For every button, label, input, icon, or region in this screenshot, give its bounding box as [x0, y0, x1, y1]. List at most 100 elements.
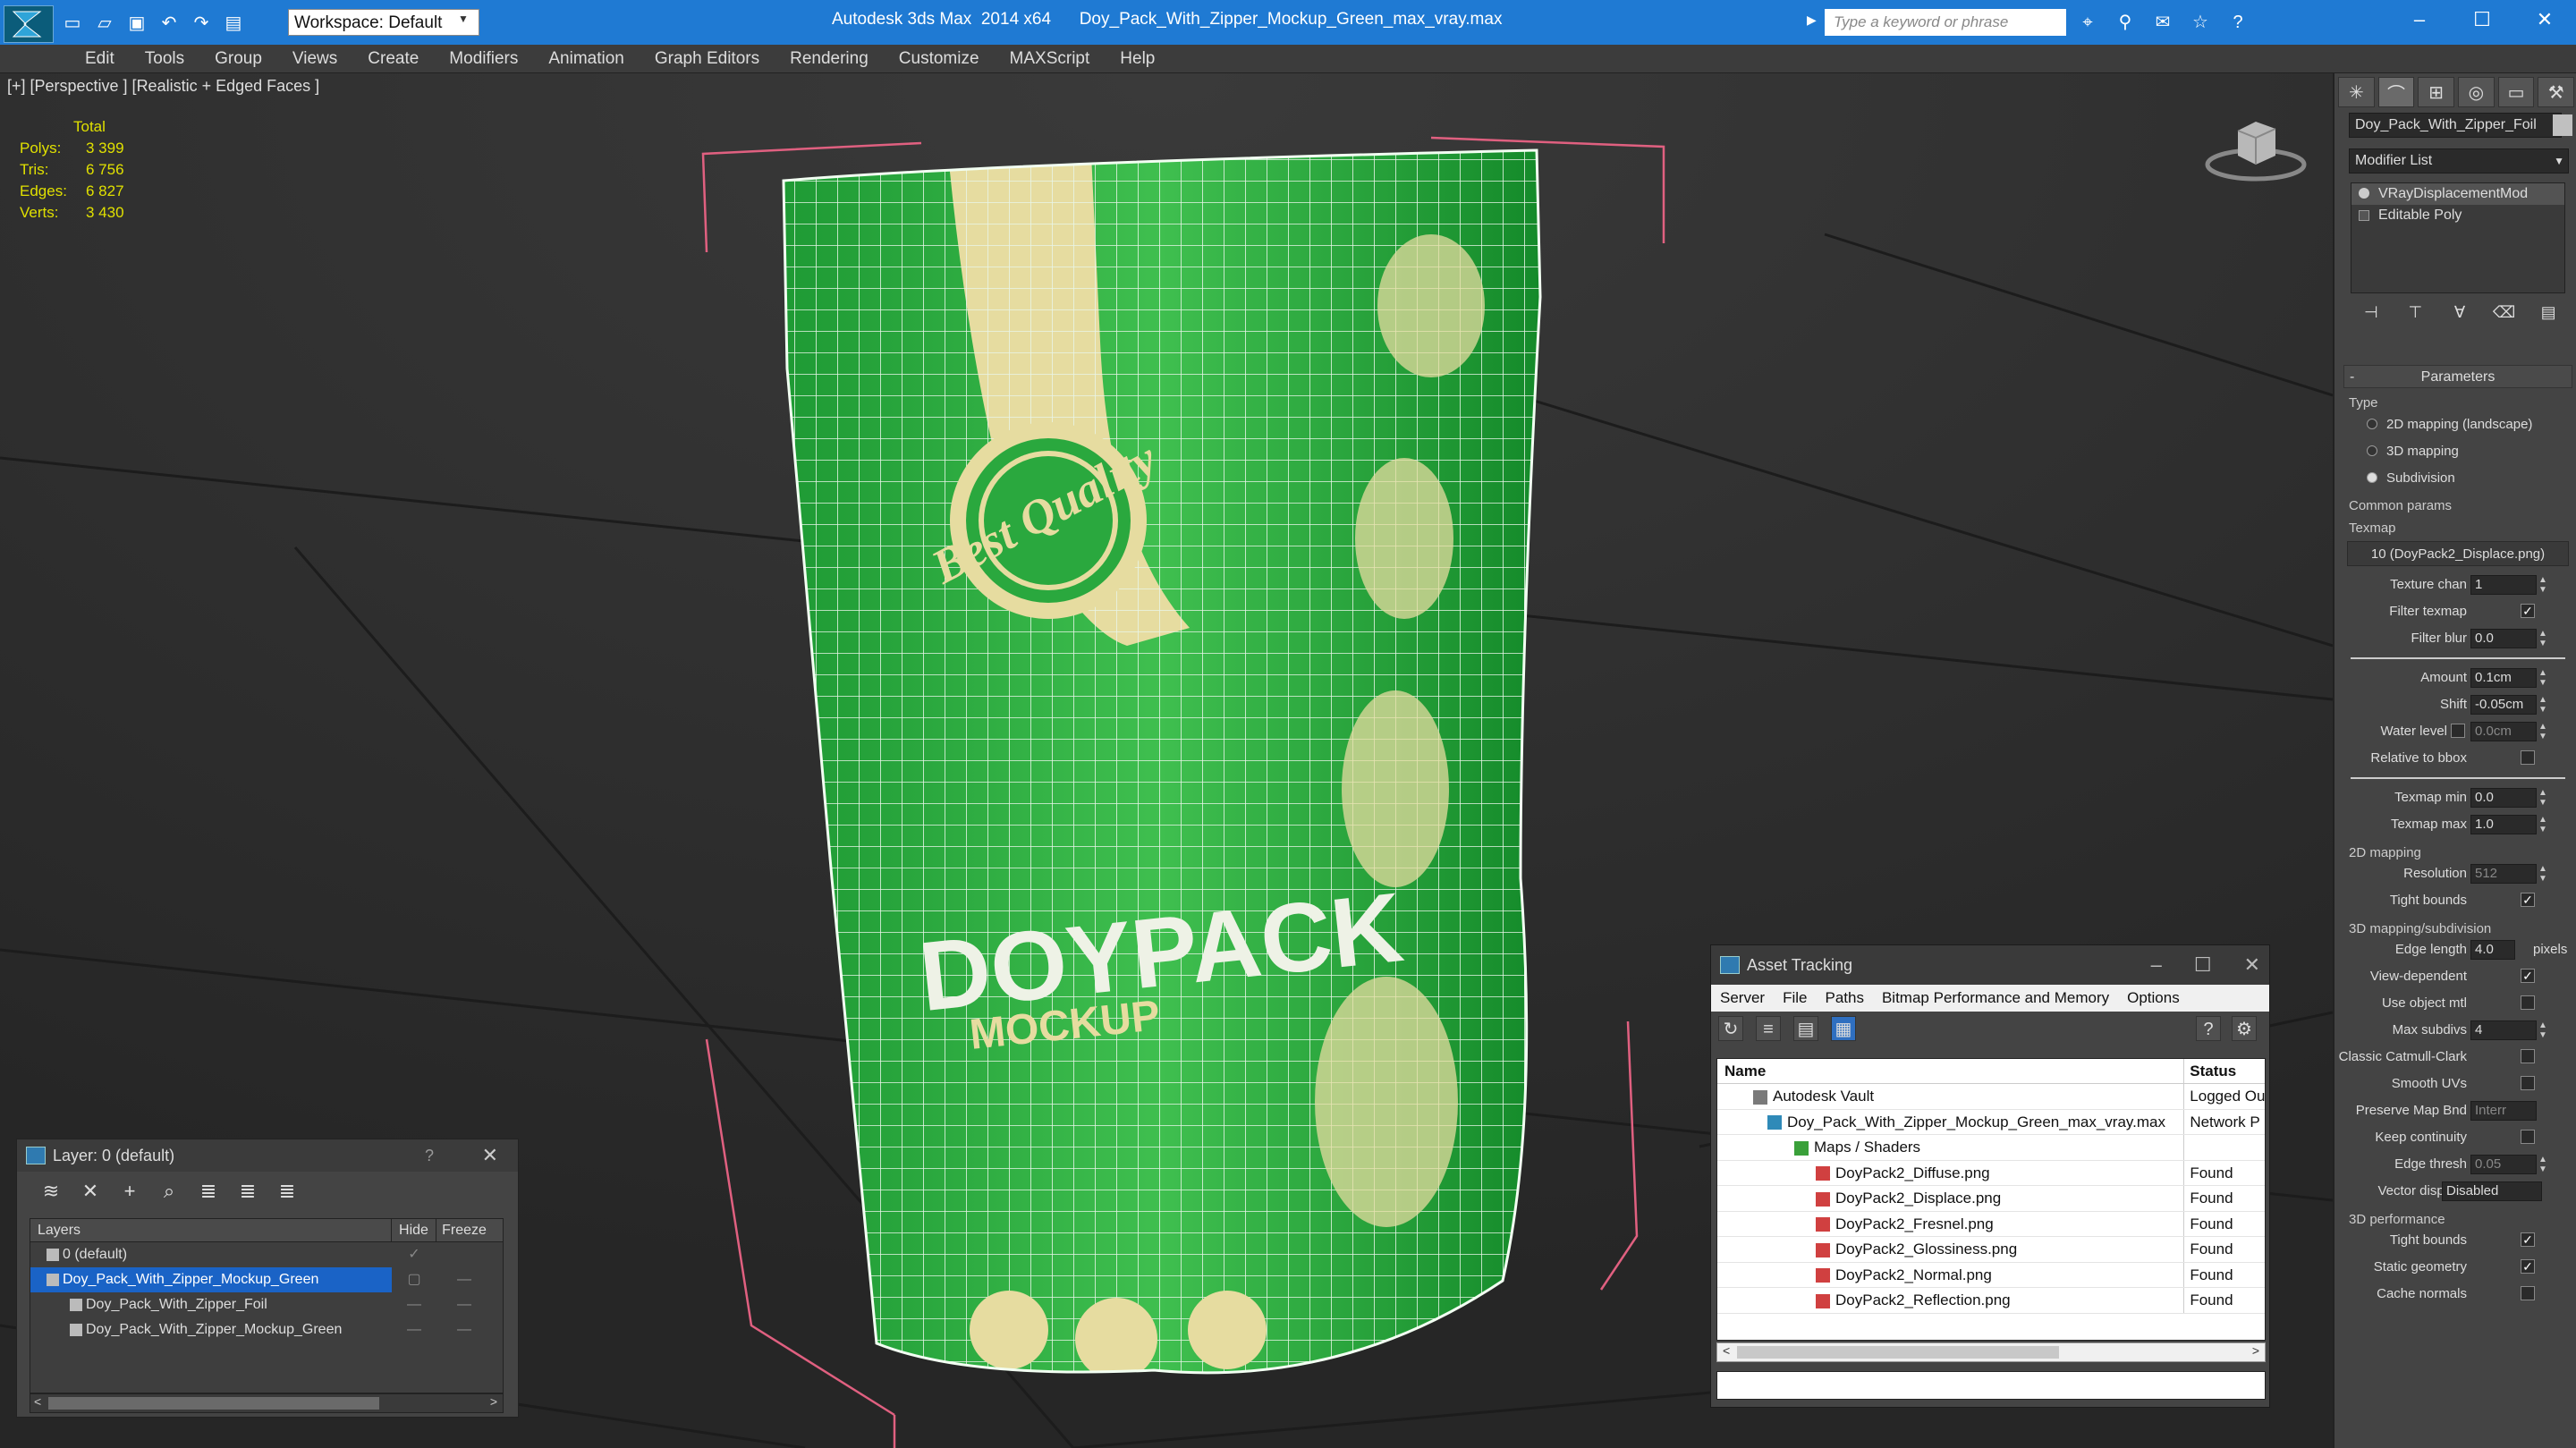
detail-view-icon[interactable]: ▤: [1793, 1016, 1818, 1041]
water-level-checkbox[interactable]: [2451, 724, 2465, 738]
save-file-icon[interactable]: ▣: [123, 10, 150, 35]
menu-customize[interactable]: Customize: [884, 45, 995, 73]
hierarchy-tab-icon[interactable]: ⊞: [2418, 77, 2455, 107]
vector-displ-dropdown[interactable]: Disabled: [2442, 1181, 2542, 1201]
filter-blur-field[interactable]: 0.0: [2470, 629, 2537, 648]
spinner-icon[interactable]: ▲ ▼: [2538, 668, 2547, 688]
menu-bitmap-performance[interactable]: Bitmap Performance and Memory: [1873, 985, 2118, 1012]
menu-group[interactable]: Group: [199, 45, 277, 73]
open-file-icon[interactable]: ▱: [91, 10, 118, 35]
viewcube-icon[interactable]: [2202, 113, 2309, 184]
scroll-right-icon[interactable]: >: [490, 1394, 497, 1409]
static-geometry-checkbox[interactable]: ✓: [2521, 1259, 2535, 1274]
texmap-button[interactable]: 10 (DoyPack2_Displace.png): [2347, 541, 2569, 566]
maximize-icon[interactable]: ☐: [2451, 0, 2513, 39]
motion-tab-icon[interactable]: ◎: [2458, 77, 2495, 107]
layer-horizontal-scrollbar[interactable]: < >: [30, 1393, 504, 1413]
spinner-icon[interactable]: ▲ ▼: [2538, 629, 2547, 648]
doypack-bag-model[interactable]: [769, 136, 1556, 1388]
scroll-left-icon[interactable]: <: [1723, 1343, 1730, 1358]
redo-icon[interactable]: ↷: [188, 10, 215, 35]
smooth-uvs-checkbox[interactable]: [2521, 1076, 2535, 1090]
make-unique-icon[interactable]: ∀: [2446, 301, 2473, 324]
menu-rendering[interactable]: Rendering: [775, 45, 884, 73]
favorites-star-icon[interactable]: ☆: [2186, 9, 2215, 36]
asset-row[interactable]: Doy_Pack_With_Zipper_Mockup_Green_max_vr…: [1717, 1109, 2265, 1135]
spinner-icon[interactable]: ▲ ▼: [2538, 575, 2547, 595]
help-icon[interactable]: ?: [2196, 1016, 2221, 1041]
name-column-header[interactable]: Name: [1717, 1059, 2185, 1083]
freeze-toggle[interactable]: —: [436, 1292, 492, 1317]
display-tab-icon[interactable]: ▭: [2497, 77, 2535, 107]
spinner-icon[interactable]: ▲ ▼: [2538, 1155, 2547, 1174]
perf-tight-bounds-checkbox[interactable]: ✓: [2521, 1232, 2535, 1247]
menu-options[interactable]: Options: [2118, 985, 2189, 1012]
spinner-icon[interactable]: ▲ ▼: [2538, 1020, 2547, 1040]
asset-row[interactable]: Autodesk Vault Logged Ou: [1717, 1084, 2265, 1110]
maximize-icon[interactable]: ☐: [2194, 945, 2212, 985]
preserve-map-dropdown[interactable]: Interr: [2470, 1101, 2537, 1121]
menu-file[interactable]: File: [1774, 985, 1816, 1012]
create-tab-icon[interactable]: ✳: [2338, 77, 2375, 107]
undo-icon[interactable]: ↶: [156, 10, 182, 35]
scroll-right-icon[interactable]: >: [2252, 1343, 2259, 1358]
radio-3d-mapping[interactable]: 3D mapping: [2343, 437, 2572, 464]
remove-modifier-icon[interactable]: ⌫: [2491, 301, 2518, 324]
relative-bbox-checkbox[interactable]: [2521, 750, 2535, 765]
status-column-header[interactable]: Status: [2184, 1059, 2265, 1083]
spinner-icon[interactable]: ▲ ▼: [2538, 788, 2547, 808]
modifier-list-dropdown[interactable]: Modifier List ▼: [2349, 148, 2569, 174]
workspace-dropdown[interactable]: Workspace: Default: [288, 9, 479, 36]
spinner-icon[interactable]: ▲ ▼: [2538, 695, 2547, 715]
hide-column-header[interactable]: Hide: [392, 1219, 436, 1241]
freeze-toggle[interactable]: —: [436, 1317, 492, 1342]
menu-animation[interactable]: Animation: [533, 45, 640, 73]
layer-row[interactable]: Doy_Pack_With_Zipper_Mockup_Green — —: [30, 1317, 503, 1342]
asset-horizontal-scrollbar[interactable]: < >: [1716, 1342, 2266, 1362]
infocenter-search-input[interactable]: Type a keyword or phrase: [1825, 9, 2066, 36]
menu-tools[interactable]: Tools: [130, 45, 199, 73]
freeze-column-header[interactable]: Freeze: [436, 1219, 492, 1241]
radio-2d-mapping[interactable]: 2D mapping (landscape): [2343, 411, 2572, 437]
edge-thresh-field[interactable]: 0.05: [2470, 1155, 2537, 1174]
edge-length-field[interactable]: 4.0: [2470, 940, 2515, 960]
close-icon[interactable]: ✕: [2513, 0, 2576, 39]
stack-item-editable-poly[interactable]: Editable Poly: [2351, 205, 2564, 226]
asset-row[interactable]: DoyPack2_Diffuse.png Found: [1717, 1160, 2265, 1186]
pin-stack-icon[interactable]: ⊣: [2358, 301, 2385, 324]
layers-column-header[interactable]: Layers: [30, 1219, 392, 1241]
tight-bounds-2d-checkbox[interactable]: ✓: [2521, 893, 2535, 907]
freeze-toggle[interactable]: [436, 1242, 492, 1267]
radio-subdivision[interactable]: Subdivision: [2343, 464, 2572, 491]
view-dependent-checkbox[interactable]: ✓: [2521, 969, 2535, 983]
binoculars-icon[interactable]: ⌖: [2073, 9, 2102, 36]
asset-row[interactable]: DoyPack2_Glossiness.png Found: [1717, 1237, 2265, 1263]
hide-toggle[interactable]: ▢: [392, 1267, 436, 1292]
menu-maxscript[interactable]: MAXScript: [995, 45, 1106, 73]
help-icon[interactable]: ?: [2224, 9, 2252, 36]
object-color-swatch[interactable]: [2553, 114, 2572, 136]
max-subdivs-field[interactable]: 4: [2470, 1020, 2537, 1040]
asset-tracking-titlebar[interactable]: Asset Tracking – ☐ ✕: [1711, 945, 2269, 985]
scroll-thumb[interactable]: [48, 1397, 379, 1410]
vault-settings-icon[interactable]: ⚙: [2232, 1016, 2257, 1041]
cache-normals-checkbox[interactable]: [2521, 1286, 2535, 1300]
menu-modifiers[interactable]: Modifiers: [434, 45, 533, 73]
layer-row[interactable]: 0 (default) ✓: [30, 1242, 503, 1267]
texture-chan-field[interactable]: 1: [2470, 575, 2537, 595]
new-file-icon[interactable]: ▭: [59, 10, 86, 35]
texmap-min-field[interactable]: 0.0: [2470, 788, 2537, 808]
app-logo-button[interactable]: [4, 5, 54, 43]
menu-graph-editors[interactable]: Graph Editors: [640, 45, 775, 73]
amount-field[interactable]: 0.1cm: [2470, 668, 2537, 688]
modify-tab-icon[interactable]: ⌒: [2377, 77, 2415, 107]
key-icon[interactable]: ⚲: [2111, 9, 2140, 36]
asset-row[interactable]: DoyPack2_Fresnel.png Found: [1717, 1211, 2265, 1237]
menu-edit[interactable]: Edit: [70, 45, 130, 73]
minimize-icon[interactable]: –: [2151, 945, 2162, 985]
expand-icon[interactable]: [2359, 210, 2369, 221]
close-icon[interactable]: ✕: [482, 1139, 498, 1172]
show-end-result-icon[interactable]: ⊤: [2402, 301, 2428, 324]
project-folder-icon[interactable]: ▤: [220, 10, 247, 35]
layer-row[interactable]: Doy_Pack_With_Zipper_Mockup_Green ▢ —: [30, 1267, 503, 1292]
